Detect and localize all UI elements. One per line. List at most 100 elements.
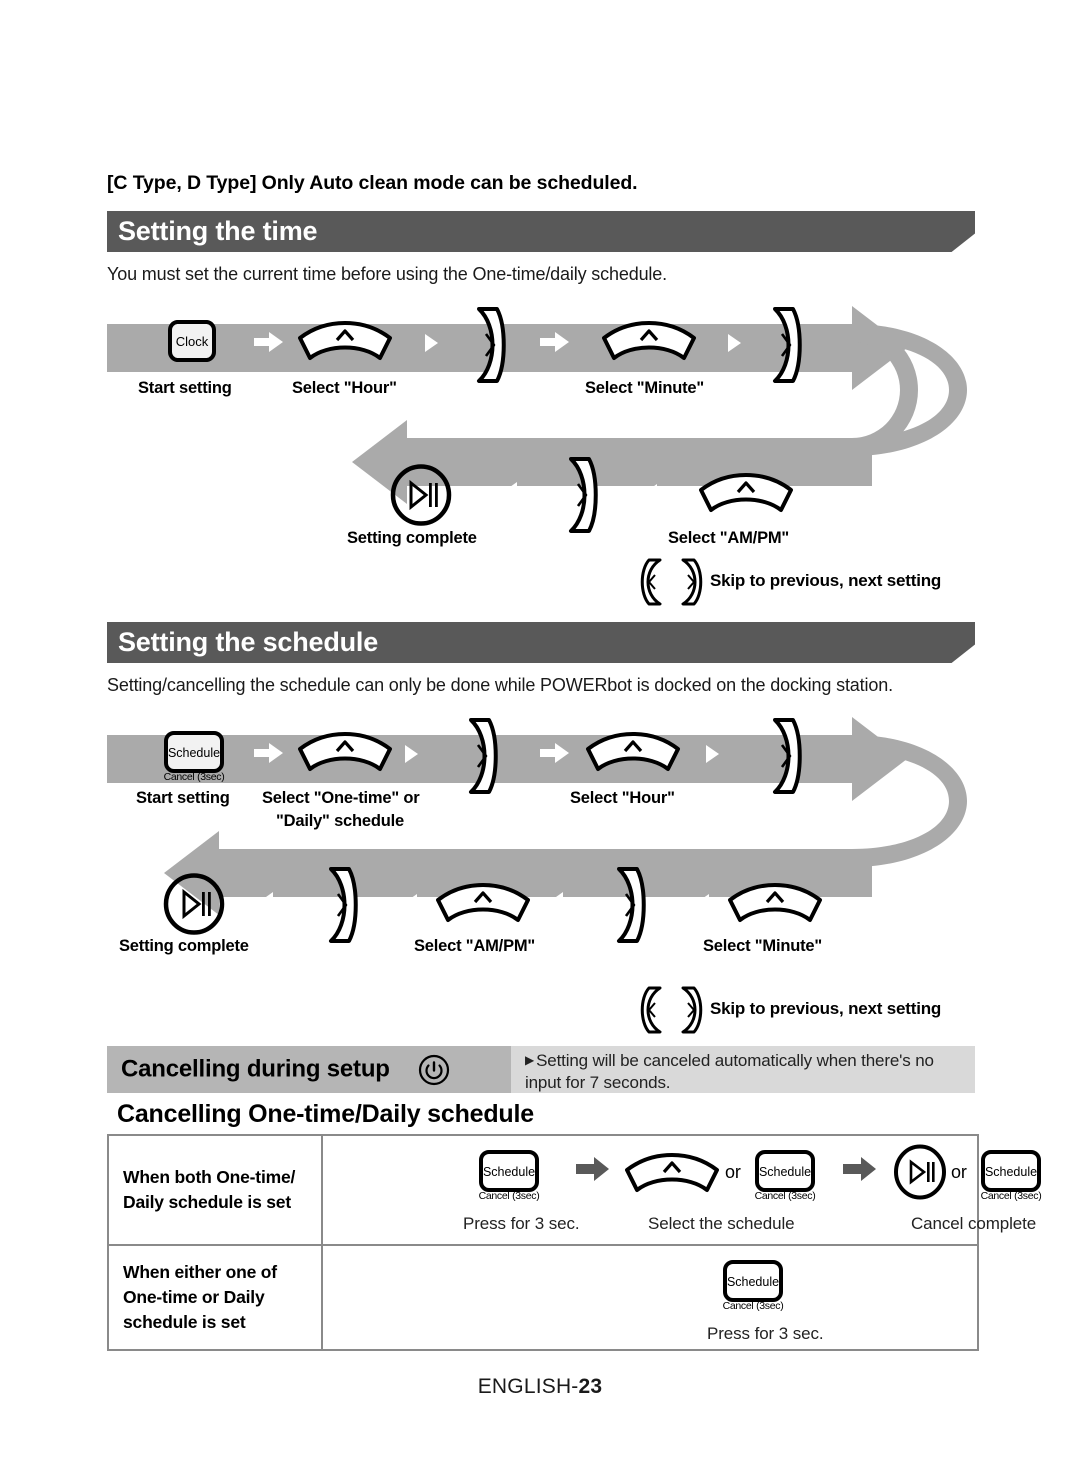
white-arrow-right-1 bbox=[254, 332, 284, 352]
row1-or-text-2: or bbox=[951, 1162, 967, 1182]
arc-select-button-icon-8[interactable] bbox=[623, 1152, 721, 1194]
row2-label-line3: schedule is set bbox=[123, 1311, 246, 1332]
row1-or-text-1: or bbox=[725, 1162, 741, 1182]
time-legend-text: Skip to previous, next setting bbox=[710, 571, 942, 590]
schedule-button-sub-5: Cancel (3sec) bbox=[722, 1300, 784, 1312]
row1-step1-caption: Press for 3 sec. bbox=[463, 1214, 580, 1233]
small-triangle-left-2 bbox=[402, 894, 418, 912]
section-title-text-2: Setting the schedule bbox=[118, 626, 379, 657]
row1-steps-cell: Schedule Cancel (3sec) Press for 3 sec. bbox=[323, 1136, 1042, 1244]
skip-next-lens-button-5[interactable] bbox=[762, 717, 808, 795]
schedule-label-mode-2: "Daily" schedule bbox=[276, 812, 404, 830]
clock-button-icon[interactable]: Clock bbox=[167, 320, 217, 362]
arc-select-button-icon-2[interactable] bbox=[600, 320, 698, 362]
skip-next-lens-button-7[interactable] bbox=[606, 866, 652, 944]
section-header-setting-the-schedule: Setting the schedule bbox=[107, 622, 975, 663]
cancelling-schedule-title: Cancelling One-time/Daily schedule bbox=[117, 1100, 534, 1128]
gray-arrow-right-1 bbox=[576, 1157, 610, 1181]
svg-text:Schedule: Schedule bbox=[985, 1165, 1037, 1179]
schedule-legend-text: Skip to previous, next setting bbox=[710, 999, 942, 1018]
svg-text:Schedule: Schedule bbox=[759, 1165, 811, 1179]
white-arrow-left-3 bbox=[548, 892, 578, 912]
arc-select-button-icon-7[interactable] bbox=[726, 882, 824, 924]
schedule-button-icon-5[interactable]: Schedule bbox=[723, 1260, 783, 1302]
row1-step3-caption: Cancel complete bbox=[911, 1214, 1037, 1233]
small-triangle-right-1 bbox=[424, 334, 440, 352]
skip-next-lens-legend-1 bbox=[673, 558, 705, 606]
arc-select-button-icon-6[interactable] bbox=[434, 882, 532, 924]
svg-text:Schedule: Schedule bbox=[727, 1275, 779, 1289]
small-triangle-left-3 bbox=[694, 894, 710, 912]
schedule-label-mode-1: Select "One-time" or bbox=[262, 789, 420, 807]
white-arrow-right-3 bbox=[254, 743, 284, 763]
table-row: When both One-time/ Daily schedule is se… bbox=[109, 1136, 1042, 1244]
cancelling-during-setup-strip: Cancelling during setup ▶ Setting will be… bbox=[107, 1046, 975, 1093]
section-title-text: Setting the time bbox=[118, 215, 318, 246]
setting-time-intro: You must set the current time before usi… bbox=[107, 264, 667, 284]
time-label-start: Start setting bbox=[138, 379, 232, 397]
time-label-minute: Select "Minute" bbox=[585, 379, 705, 397]
footer-page-number: 23 bbox=[578, 1375, 603, 1398]
table-row: When either one of One-time or Daily sch… bbox=[109, 1244, 977, 1349]
cds-note-line2: input for 7 seconds. bbox=[525, 1073, 671, 1093]
small-triangle-left-1 bbox=[642, 484, 658, 502]
schedule-button-sub-1: Cancel (3sec) bbox=[163, 771, 225, 783]
arc-select-button-icon-4[interactable] bbox=[296, 731, 394, 773]
row1-label-line1: When both One-time/ bbox=[123, 1167, 296, 1188]
skip-next-lens-legend-2 bbox=[673, 986, 705, 1034]
schedule-button-icon-2[interactable]: Schedule bbox=[479, 1150, 539, 1192]
section-header-setting-the-time: Setting the time bbox=[107, 211, 975, 252]
cds-note-line1: Setting will be canceled automatically w… bbox=[536, 1051, 934, 1070]
arc-select-button-icon-5[interactable] bbox=[584, 731, 682, 773]
row1-label-line2: Daily schedule is set bbox=[123, 1192, 291, 1212]
skip-next-lens-button-3[interactable] bbox=[558, 456, 604, 534]
small-triangle-right-3 bbox=[404, 745, 420, 763]
skip-next-lens-button-6[interactable] bbox=[318, 866, 364, 944]
schedule-label-minute: Select "Minute" bbox=[703, 937, 823, 955]
skip-next-lens-button-2[interactable] bbox=[762, 306, 808, 384]
arc-select-button-icon-1[interactable] bbox=[296, 320, 394, 362]
time-label-complete: Setting complete bbox=[347, 529, 477, 547]
schedule-button-sub-3: Cancel (3sec) bbox=[754, 1190, 816, 1202]
schedule-button-icon-1[interactable]: Schedule bbox=[164, 731, 224, 773]
arc-select-button-icon-3[interactable] bbox=[697, 472, 795, 514]
row2-label-line2: One-time or Daily bbox=[123, 1286, 265, 1307]
cancelling-during-setup-title: Cancelling during setup bbox=[121, 1054, 390, 1082]
white-arrow-right-2 bbox=[540, 332, 570, 352]
skip-next-lens-button-4[interactable] bbox=[458, 717, 504, 795]
schedule-button-icon-3[interactable]: Schedule bbox=[755, 1150, 815, 1192]
schedule-label-hour: Select "Hour" bbox=[570, 789, 675, 807]
svg-text:Schedule: Schedule bbox=[168, 746, 220, 760]
white-arrow-left-1 bbox=[502, 482, 532, 502]
footer-language: ENGLISH- bbox=[477, 1375, 579, 1398]
row2-label-line1: When either one of bbox=[123, 1262, 277, 1282]
row1-step2-caption: Select the schedule bbox=[648, 1214, 795, 1233]
type-note: [C Type, D Type] Only Auto clean mode ca… bbox=[107, 172, 638, 194]
schedule-button-icon-4[interactable]: Schedule bbox=[981, 1150, 1041, 1192]
page-footer: ENGLISH-23 bbox=[0, 1375, 1080, 1399]
svg-text:Clock: Clock bbox=[176, 334, 209, 349]
skip-next-lens-button-1[interactable] bbox=[466, 306, 512, 384]
schedule-label-ampm: Select "AM/PM" bbox=[414, 937, 536, 955]
cancelling-during-setup-note: ▶ Setting will be canceled automatically … bbox=[525, 1050, 975, 1094]
time-label-ampm: Select "AM/PM" bbox=[668, 529, 790, 547]
white-arrow-left-2 bbox=[258, 892, 288, 912]
row2-step1-caption: Press for 3 sec. bbox=[707, 1324, 824, 1343]
power-icon[interactable] bbox=[418, 1054, 450, 1091]
gray-arrow-right-2 bbox=[843, 1157, 877, 1181]
cancelling-schedule-table: When both One-time/ Daily schedule is se… bbox=[107, 1134, 1042, 1351]
play-pause-button-icon-1[interactable] bbox=[390, 464, 452, 526]
row1-label-cell: When both One-time/ Daily schedule is se… bbox=[109, 1136, 323, 1244]
schedule-button-sub-4: Cancel (3sec) bbox=[980, 1190, 1042, 1202]
play-pause-button-icon-2[interactable] bbox=[163, 873, 225, 935]
time-label-hour: Select "Hour" bbox=[292, 379, 397, 397]
play-pause-button-icon-3[interactable] bbox=[893, 1144, 947, 1200]
schedule-button-sub-2: Cancel (3sec) bbox=[478, 1190, 540, 1202]
svg-text:Schedule: Schedule bbox=[483, 1165, 535, 1179]
setting-schedule-intro: Setting/cancelling the schedule can only… bbox=[107, 675, 893, 695]
bullet-triangle-icon: ▶ bbox=[525, 1053, 535, 1067]
small-triangle-right-4 bbox=[705, 745, 721, 763]
row2-label-cell: When either one of One-time or Daily sch… bbox=[109, 1246, 323, 1349]
manual-page: [C Type, D Type] Only Auto clean mode ca… bbox=[0, 0, 1080, 1479]
skip-previous-lens-legend-1 bbox=[640, 558, 672, 606]
